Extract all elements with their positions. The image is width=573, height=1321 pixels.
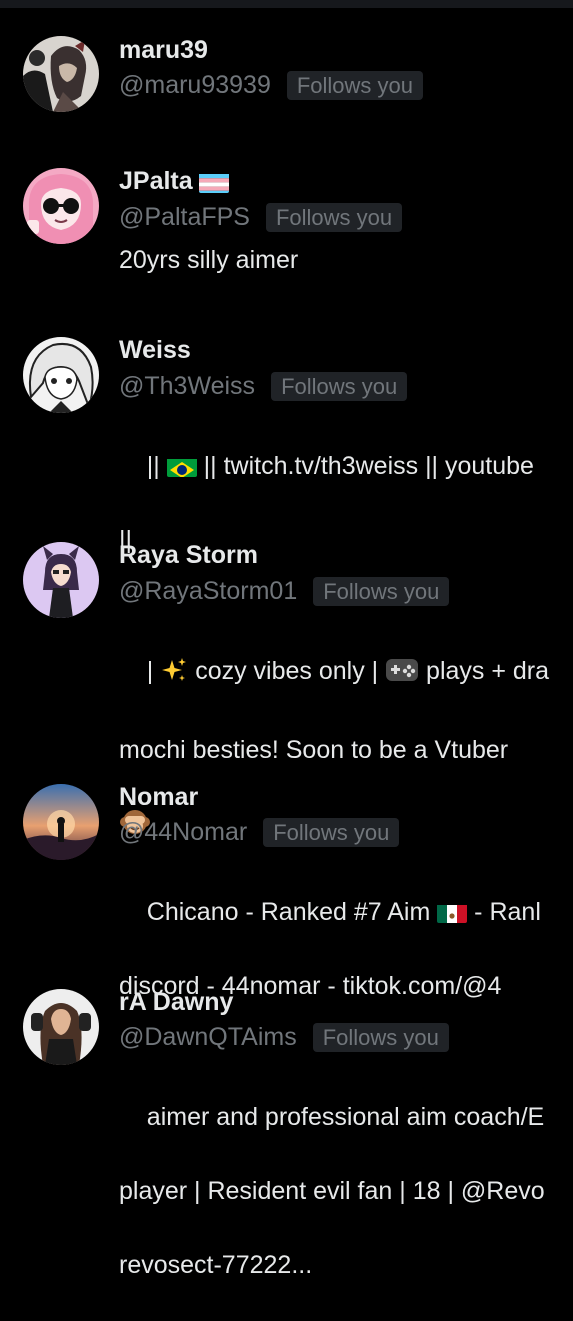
user-handle: @maru93939 [119, 71, 271, 99]
list-item[interactable]: Nomar @44Nomar Follows you Chicano - Rank… [0, 770, 573, 1000]
bio-text: player | Resident evil fan | 18 | @Revo [119, 1177, 545, 1205]
sparkles-emoji-icon [160, 656, 188, 695]
bio-text: mochi besties! Soon to be a Vtuber [119, 736, 509, 764]
avatar[interactable] [23, 784, 99, 860]
user-name: maru39 [119, 36, 208, 64]
bio-text: | [146, 657, 161, 685]
game-controller-emoji-icon [385, 656, 419, 695]
follows-you-badge: Follows you [286, 70, 424, 100]
user-name: Raya Storm [119, 541, 258, 569]
bio-text: Chicano - Ranked #7 Aim [146, 898, 438, 926]
follows-you-badge: Follows you [313, 576, 450, 606]
user-name-text: JPalta [119, 167, 193, 195]
user-handle: @PaltaFPS [119, 203, 250, 231]
list-item[interactable]: maru39 @maru93939 Follows you [0, 0, 573, 140]
user-name: rA Dawny [119, 988, 234, 1016]
transgender-flag-icon [198, 172, 229, 193]
follows-you-badge: Follows you [271, 371, 408, 401]
user-bio: aimer and professional aim coach/E playe… [119, 1062, 573, 1321]
avatar[interactable] [23, 989, 99, 1065]
follows-you-badge: Follows you [263, 817, 400, 847]
bio-text: revosect-77222... [119, 1251, 313, 1279]
follows-you-badge: Follows you [265, 202, 403, 232]
avatar[interactable] [23, 337, 99, 413]
user-handle: @Th3Weiss [119, 372, 256, 400]
user-bio: 20yrs silly aimer [119, 246, 299, 274]
bio-text: cozy vibes only | [188, 657, 386, 685]
bio-text: plays + dra [419, 657, 550, 685]
list-item[interactable]: Raya Storm @RayaStorm01 Follows you | coz… [0, 520, 573, 834]
avatar[interactable] [23, 36, 99, 112]
avatar[interactable] [23, 542, 99, 618]
user-handle: @44Nomar [119, 818, 248, 846]
user-handle: @RayaStorm01 [119, 577, 298, 605]
list-item[interactable]: rA Dawny @DawnQTAims Follows you aimer an… [0, 980, 573, 1279]
user-handle: @DawnQTAims [119, 1023, 297, 1051]
bio-text: || [146, 452, 167, 480]
list-item[interactable]: JPalta @PaltaFPS Follows you 20yrs silly … [0, 140, 573, 310]
brazil-flag-icon [166, 455, 197, 477]
user-name: JPalta [119, 166, 229, 196]
bio-text: aimer and professional aim coach/E [146, 1103, 545, 1131]
user-name: Nomar [119, 783, 199, 811]
user-name: Weiss [119, 336, 191, 364]
mexico-flag-icon [437, 901, 468, 923]
follows-you-badge: Follows you [312, 1022, 449, 1052]
bio-link-text[interactable]: || twitch.tv/th3weiss || youtube [197, 452, 534, 480]
bio-text: - Ranl [467, 898, 541, 926]
avatar[interactable] [23, 168, 99, 244]
list-item[interactable]: Weiss @Th3Weiss Follows you || || twitch.… [0, 310, 573, 554]
